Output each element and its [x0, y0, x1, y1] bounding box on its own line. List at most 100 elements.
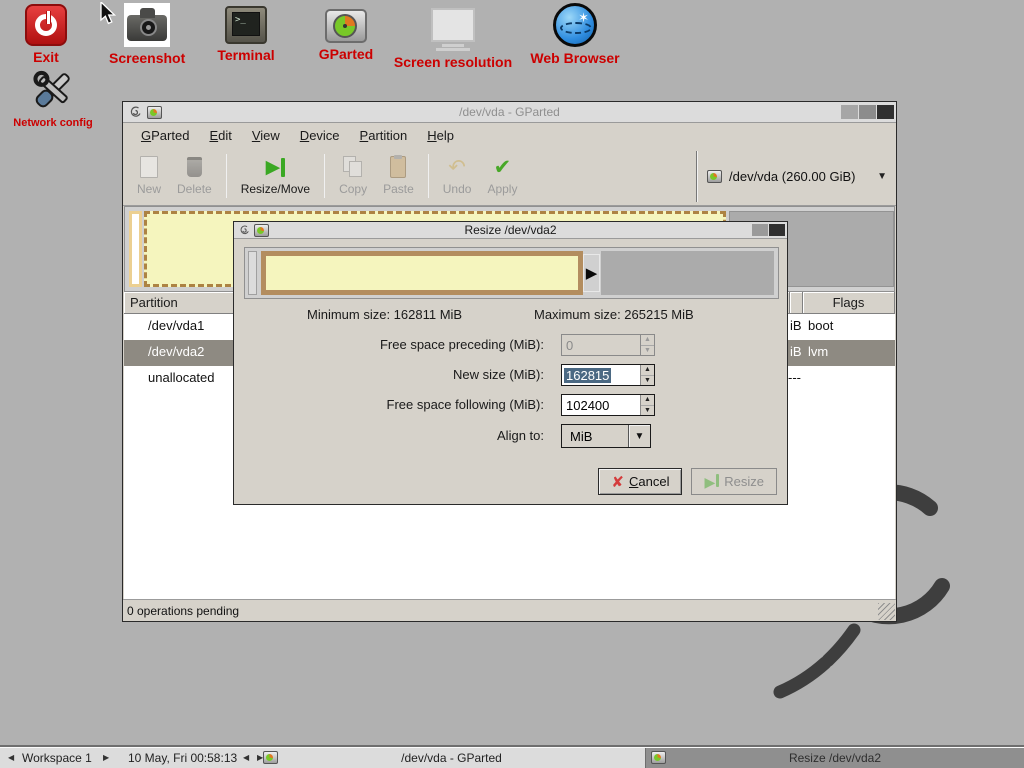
apply-check-icon: ✔	[494, 157, 512, 178]
gparted-app-icon	[651, 751, 666, 764]
desktop-icon-label: Exit	[14, 49, 78, 65]
menu-view[interactable]: View	[242, 125, 290, 146]
new-size-input[interactable]: 162815 ▲ ▼	[561, 364, 655, 386]
maximize-button[interactable]	[859, 105, 876, 119]
field-label: New size (MiB):	[453, 367, 544, 382]
dialog-titlebar[interactable]: Resize /dev/vda2	[234, 222, 787, 239]
size-fragment: ---	[788, 370, 801, 385]
undo-button[interactable]: ↶ Undo	[435, 152, 480, 198]
cancel-x-icon: ✘	[611, 473, 624, 491]
size-fragment: iB	[790, 318, 802, 333]
tasklist-prev-icon[interactable]: ◀	[243, 753, 249, 762]
spin-up-icon[interactable]: ▲	[641, 365, 654, 376]
workspace-prev-icon[interactable]: ◀	[8, 753, 14, 762]
toolbar-separator	[226, 154, 227, 198]
apply-button[interactable]: ✔ Apply	[479, 152, 525, 198]
desktop-icon-network-config[interactable]: Network config	[10, 68, 96, 129]
task-label: /dev/vda - GParted	[401, 751, 502, 765]
partition-flags: lvm	[808, 344, 828, 359]
resize-arrow-icon: ▶	[266, 154, 286, 180]
mouse-cursor	[100, 2, 122, 26]
task-label: Resize /dev/vda2	[789, 751, 881, 765]
resize-move-button[interactable]: ▶ Resize/Move	[233, 152, 318, 198]
spinner[interactable]: ▲ ▼	[640, 335, 654, 355]
left-grip[interactable]	[248, 251, 257, 295]
camera-icon	[124, 3, 170, 47]
gparted-disk-icon	[325, 9, 367, 43]
partition-name: /dev/vda1	[148, 318, 204, 333]
workspace-label: Workspace 1	[22, 751, 92, 765]
tools-icon	[27, 68, 79, 114]
drag-handle[interactable]: ▶	[583, 254, 600, 292]
partition-area[interactable]	[261, 251, 583, 295]
resize-grip[interactable]	[878, 603, 895, 620]
spinner[interactable]: ▲ ▼	[640, 365, 654, 385]
copy-button[interactable]: Copy	[331, 152, 375, 198]
field-label: Free space preceding (MiB):	[380, 337, 544, 352]
cancel-button[interactable]: ✘ Cancel	[598, 468, 682, 495]
desktop-icon-exit[interactable]: Exit	[14, 4, 78, 65]
toolbar-separator	[428, 154, 429, 198]
taskbar-task-resize-dialog[interactable]: Resize /dev/vda2	[645, 748, 1024, 768]
maximum-size-text: Maximum size: 265215 MiB	[534, 307, 694, 322]
spin-up-icon[interactable]: ▲	[641, 395, 654, 406]
maximize-button[interactable]	[752, 224, 768, 236]
field-label: Free space following (MiB):	[387, 397, 545, 412]
gparted-titlebar[interactable]: /dev/vda - GParted	[123, 102, 896, 123]
resize-button[interactable]: ▶ Resize	[691, 468, 777, 495]
desktop-icon-terminal[interactable]: >_ Terminal	[213, 6, 279, 63]
size-fragment: iB	[790, 344, 802, 359]
menu-gparted[interactable]: GParted	[131, 125, 199, 146]
device-selector[interactable]: /dev/vda (260.00 GiB) ▼	[696, 151, 894, 202]
chevron-down-icon[interactable]: ▼	[877, 171, 887, 182]
delete-button[interactable]: Delete	[169, 152, 220, 198]
desktop-icon-web-browser[interactable]: ✶ Web Browser	[509, 3, 641, 66]
desktop-icon-gparted[interactable]: GParted	[313, 9, 379, 62]
spin-up-icon[interactable]: ▲	[641, 335, 654, 346]
clock: 10 May, Fri 00:58:13	[128, 751, 237, 765]
spin-down-icon[interactable]: ▼	[641, 346, 654, 356]
taskbar-task-gparted[interactable]: /dev/vda - GParted	[258, 748, 645, 768]
menubar: GParted Edit View Device Partition Help	[123, 123, 896, 148]
partition-flags: boot	[808, 318, 833, 333]
minimum-size-text: Minimum size: 162811 MiB	[307, 307, 462, 322]
align-dropdown[interactable]: MiB ▼	[561, 424, 651, 448]
align-value: MiB	[570, 429, 592, 444]
paste-button[interactable]: Paste	[375, 152, 422, 198]
visual-partition-vda1[interactable]	[129, 211, 142, 287]
menu-device[interactable]: Device	[290, 125, 350, 146]
field-row-following: Free space following (MiB): 102400 ▲ ▼	[234, 394, 787, 416]
free-space-following-input[interactable]: 102400 ▲ ▼	[561, 394, 655, 416]
close-button[interactable]	[769, 224, 785, 236]
menu-edit[interactable]: Edit	[199, 125, 241, 146]
toolbar-separator	[324, 154, 325, 198]
resize-dialog: Resize /dev/vda2 ▶ Minimum size: 162811 …	[233, 221, 788, 505]
align-label: Align to:	[497, 428, 544, 443]
workspace-next-icon[interactable]: ▶	[103, 753, 109, 762]
monitor-icon	[431, 8, 475, 42]
desktop-icon-label: Web Browser	[509, 50, 641, 66]
desktop-icon-label: Screen resolution	[388, 54, 518, 70]
field-row-align: Align to: MiB ▼	[234, 424, 787, 448]
handle-arrow-icon: ▶	[586, 264, 598, 282]
close-button[interactable]	[877, 105, 894, 119]
menu-help[interactable]: Help	[417, 125, 464, 146]
minimize-button[interactable]	[841, 105, 858, 119]
new-button[interactable]: New	[129, 152, 169, 198]
column-header-flags[interactable]: Flags	[803, 292, 895, 314]
free-space-preceding-input[interactable]: 0 ▲ ▼	[561, 334, 655, 356]
spinner[interactable]: ▲ ▼	[640, 395, 654, 415]
spin-down-icon[interactable]: ▼	[641, 406, 654, 416]
chevron-down-icon[interactable]: ▼	[628, 425, 650, 447]
partition-name: unallocated	[148, 370, 215, 385]
menu-partition[interactable]: Partition	[350, 125, 418, 146]
globe-icon: ✶	[553, 3, 597, 47]
terminal-icon: >_	[225, 6, 267, 44]
spin-down-icon[interactable]: ▼	[641, 376, 654, 386]
field-row-preceding: Free space preceding (MiB): 0 ▲ ▼	[234, 334, 787, 356]
disk-icon	[707, 170, 722, 183]
column-header-covered[interactable]	[790, 292, 803, 314]
copy-icon	[343, 156, 363, 178]
free-space-area	[601, 251, 774, 295]
desktop-icon-screen-resolution[interactable]: Screen resolution	[388, 8, 518, 70]
